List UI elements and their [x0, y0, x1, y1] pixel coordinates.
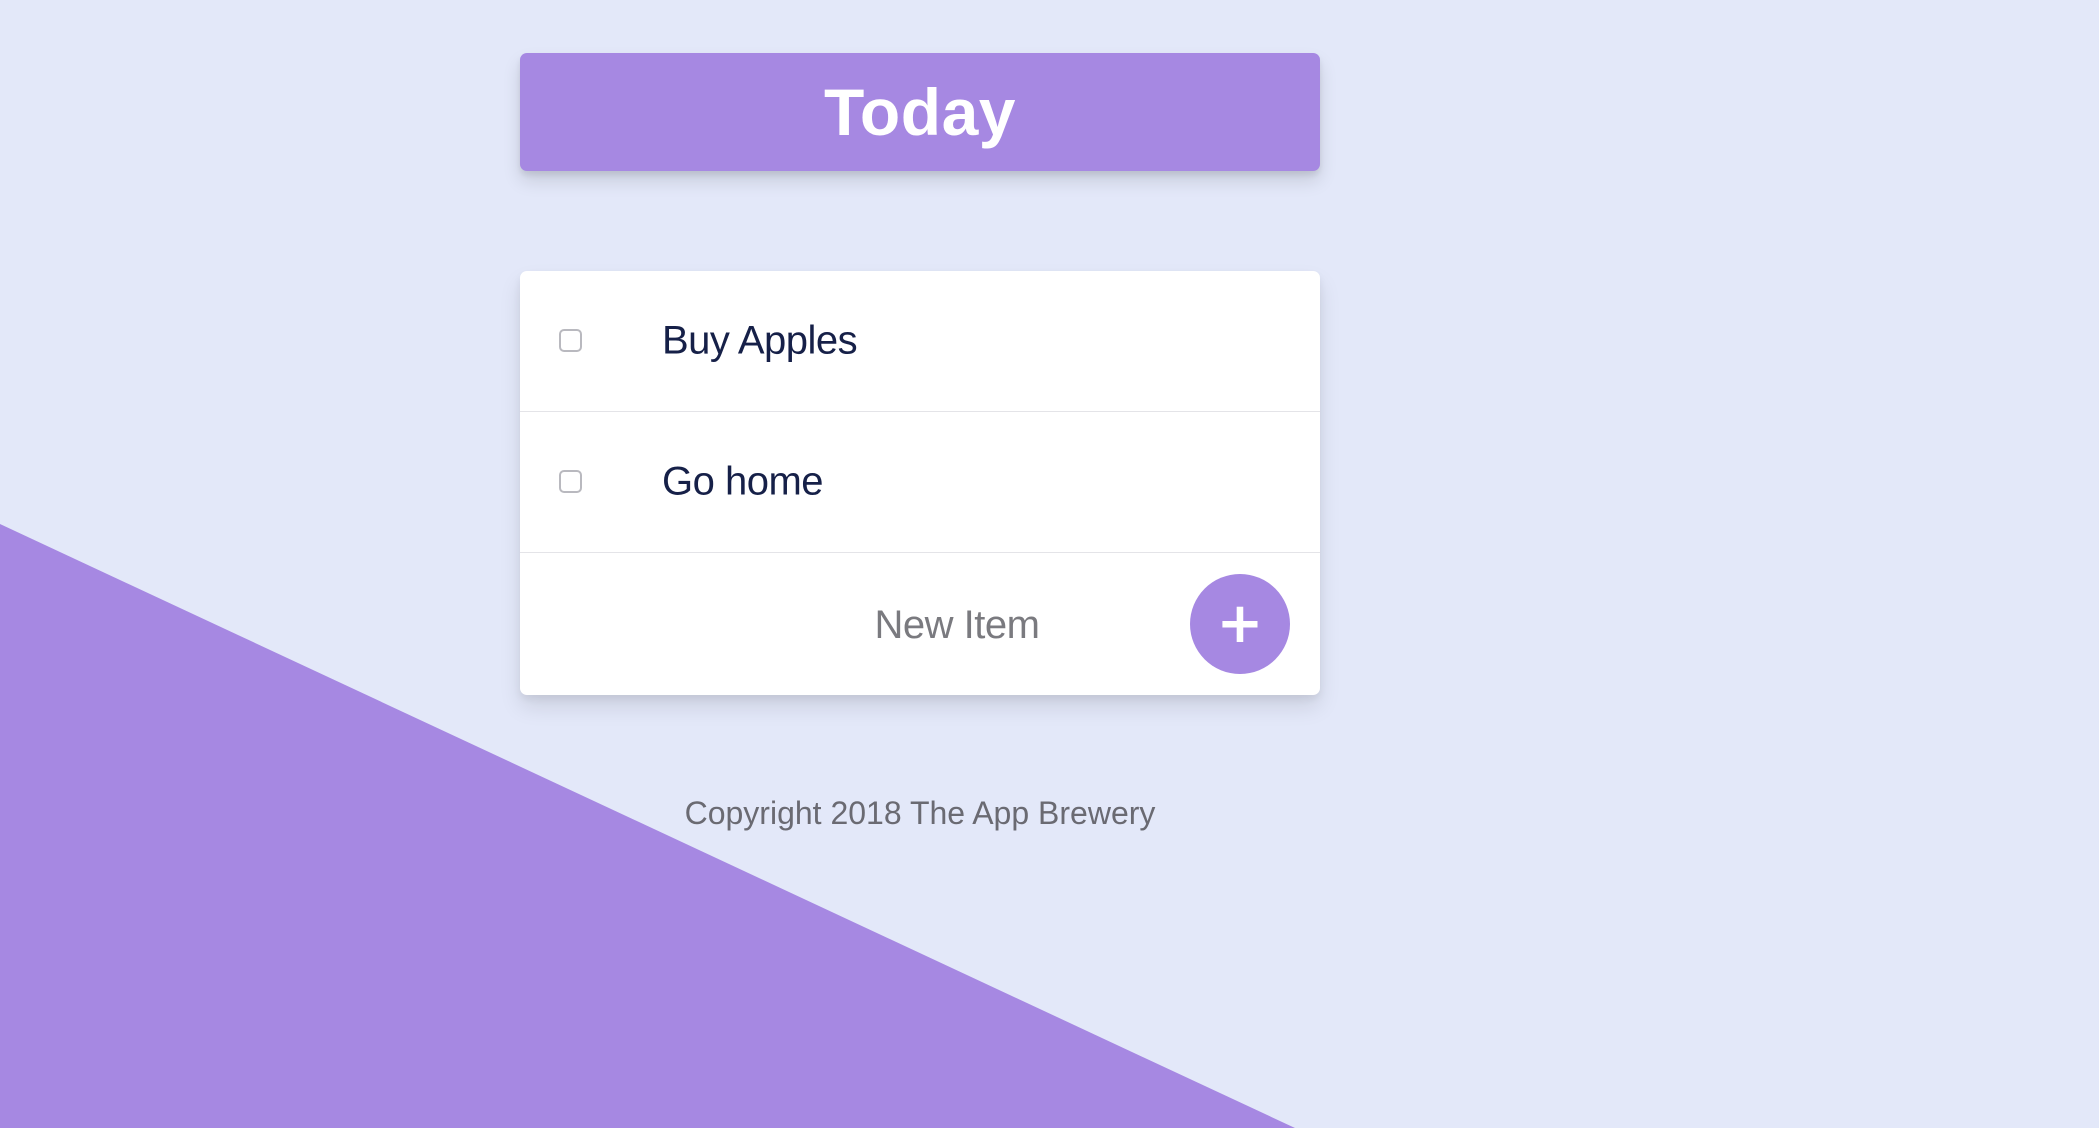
list-item: Buy Apples: [520, 271, 1320, 412]
item-checkbox[interactable]: [559, 470, 582, 493]
copyright-footer: Copyright 2018 The App Brewery: [684, 795, 1156, 831]
item-label: Go home: [662, 459, 824, 504]
new-item-form: +: [520, 553, 1320, 695]
page-title: Today: [824, 75, 1016, 149]
plus-icon: +: [1216, 591, 1264, 656]
list-item: Go home: [520, 412, 1320, 553]
todo-list-card: Buy Apples Go home +: [520, 271, 1320, 695]
add-item-button[interactable]: +: [1190, 574, 1290, 674]
header-banner: Today: [520, 53, 1320, 171]
new-item-input[interactable]: [720, 583, 1194, 667]
item-label: Buy Apples: [662, 318, 858, 363]
item-checkbox[interactable]: [559, 329, 582, 352]
add-button-wrapper: +: [1190, 574, 1290, 674]
